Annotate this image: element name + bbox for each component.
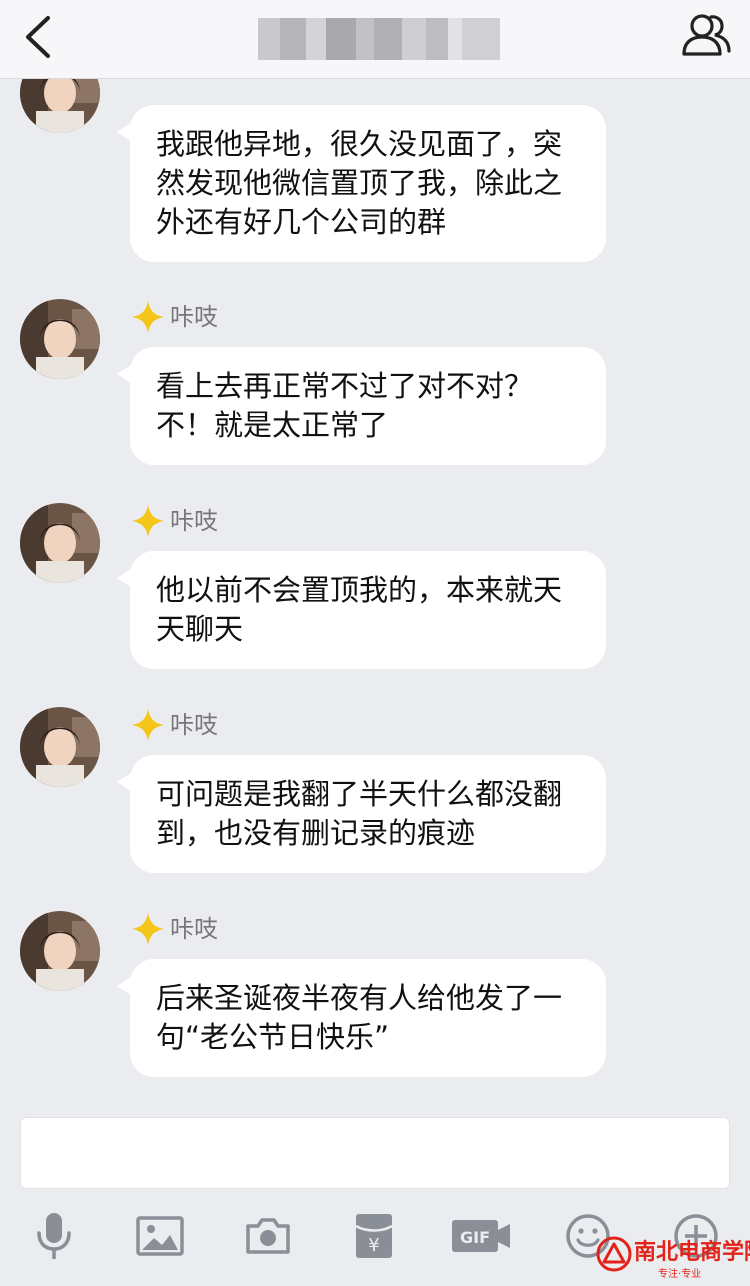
sender-row: 咔吱 xyxy=(130,707,218,743)
red-packet-icon[interactable]: ¥ xyxy=(344,1208,404,1264)
sender-name: 咔吱 xyxy=(170,79,218,81)
chat-title-blurred xyxy=(258,18,500,60)
sender-name: 咔吱 xyxy=(170,915,218,943)
sender-row: 咔吱 xyxy=(130,911,218,947)
star-badge-icon xyxy=(130,79,166,81)
avatar[interactable] xyxy=(20,911,100,991)
message-bubble[interactable]: 后来圣诞夜半夜有人给他发了一句“老公节日快乐” xyxy=(117,959,606,1077)
message-text: 看上去再正常不过了对不对？不！就是太正常了 xyxy=(156,369,534,442)
message-input[interactable] xyxy=(20,1117,730,1189)
message-bubble[interactable]: 可问题是我翻了半天什么都没翻到，也没有删记录的痕迹 xyxy=(117,755,606,873)
gif-label: GIF xyxy=(460,1228,490,1247)
gif-icon[interactable]: GIF xyxy=(448,1208,514,1264)
sender-name: 咔吱 xyxy=(170,711,218,739)
message-bubble[interactable]: 我跟他异地，很久没见面了，突然发现他微信置顶了我，除此之外还有好几个公司的群 xyxy=(117,105,606,262)
person-group-icon[interactable] xyxy=(678,10,734,60)
chat-area[interactable]: 咔吱 我跟他异地，很久没见面了，突然发现他微信置顶了我，除此之外还有好几个公司的… xyxy=(0,79,750,1099)
camera-icon[interactable] xyxy=(238,1208,298,1264)
sender-row: 咔吱 xyxy=(130,79,218,81)
watermark-name: 南北电商学院 xyxy=(634,1239,750,1265)
red-packet-symbol: ¥ xyxy=(368,1235,379,1256)
star-badge-icon xyxy=(132,301,164,333)
avatar[interactable] xyxy=(20,707,100,787)
star-badge-icon xyxy=(132,709,164,741)
avatar[interactable] xyxy=(20,299,100,379)
image-icon[interactable] xyxy=(130,1208,190,1264)
star-badge-icon xyxy=(132,913,164,945)
message-bubble[interactable]: 看上去再正常不过了对不对？不！就是太正常了 xyxy=(117,347,606,465)
watermark: 南北电商学院 专注·专业 xyxy=(596,1232,750,1282)
microphone-icon[interactable] xyxy=(24,1208,84,1264)
message-text: 可问题是我翻了半天什么都没翻到，也没有删记录的痕迹 xyxy=(156,777,563,850)
sender-name: 咔吱 xyxy=(170,303,218,331)
star-badge-icon xyxy=(132,505,164,537)
sender-name: 咔吱 xyxy=(170,507,218,535)
message-text: 我跟他异地，很久没见面了，突然发现他微信置顶了我，除此之外还有好几个公司的群 xyxy=(156,127,563,239)
avatar[interactable] xyxy=(20,79,100,133)
avatar[interactable] xyxy=(20,503,100,583)
watermark-slogan: 专注·专业 xyxy=(658,1269,702,1280)
message-text: 他以前不会置顶我的，本来就天天聊天 xyxy=(156,573,563,646)
chevron-left-icon[interactable] xyxy=(20,14,60,60)
sender-row: 咔吱 xyxy=(130,503,218,539)
watermark-logo-icon xyxy=(596,1236,632,1272)
message-bubble[interactable]: 他以前不会置顶我的，本来就天天聊天 xyxy=(117,551,606,669)
top-bar xyxy=(0,0,750,79)
sender-row: 咔吱 xyxy=(130,299,218,335)
message-text: 后来圣诞夜半夜有人给他发了一句“老公节日快乐” xyxy=(156,981,563,1054)
